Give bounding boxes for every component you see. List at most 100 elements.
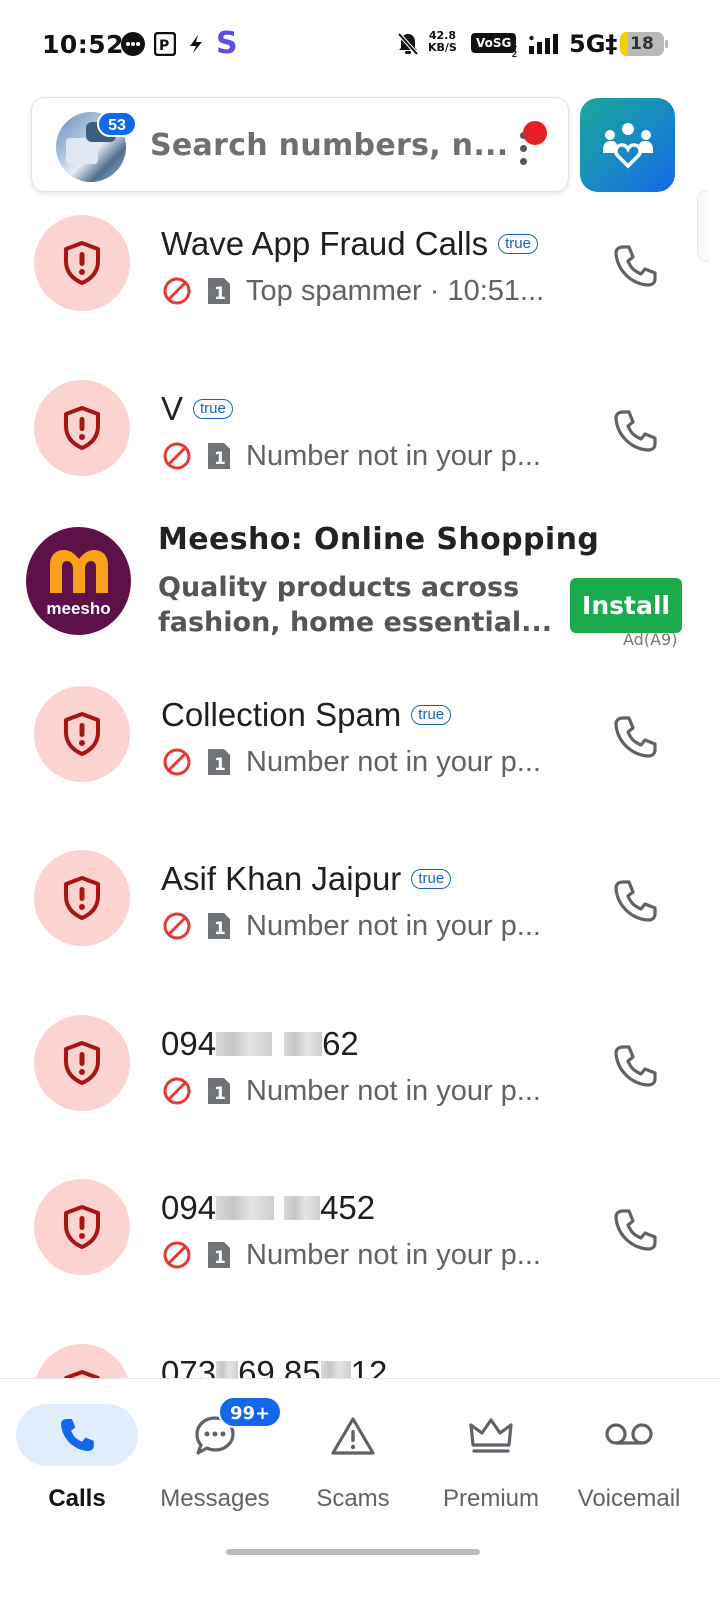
- nav-calls[interactable]: Calls: [15, 1379, 139, 1529]
- contact-name: Collection Spam: [161, 696, 402, 733]
- svg-text:1: 1: [214, 449, 226, 469]
- ad-description: Quality products across fashion, home es…: [158, 572, 552, 638]
- nav-label: Voicemail: [577, 1485, 681, 1512]
- call-row[interactable]: Collection Spam true 1 Number not in your…: [0, 686, 720, 850]
- call-button[interactable]: [610, 1041, 660, 1091]
- phone-icon: [614, 716, 657, 758]
- shield-alert-icon: [64, 406, 100, 450]
- battery-indicator: 18: [620, 32, 664, 56]
- contact-name: Wave App Fraud Calls: [161, 225, 489, 262]
- status-time: 10:52: [42, 30, 125, 59]
- sim-1-icon: 1: [206, 1076, 232, 1106]
- network-speed: 42.8 KB/S: [428, 29, 457, 54]
- blocked-icon: [162, 1076, 192, 1106]
- shield-alert-icon: [64, 712, 100, 756]
- tag-badge: true: [193, 399, 233, 419]
- family-heart-icon: [602, 123, 653, 169]
- shield-alert-icon: [64, 241, 100, 285]
- shield-alert-icon: [64, 1205, 100, 1249]
- nav-label: Scams: [316, 1485, 390, 1512]
- search-bar[interactable]: 53 Search numbers, n...: [31, 97, 569, 192]
- active-indicator: [16, 1404, 138, 1466]
- family-protection-button[interactable]: [580, 98, 675, 192]
- redacted-digits: [284, 1032, 323, 1056]
- voicemail-icon: [605, 1423, 653, 1445]
- call-button[interactable]: [610, 712, 660, 762]
- call-row[interactable]: Asif Khan Jaipur true 1 Number not in you…: [0, 850, 720, 1014]
- s-app-icon: S: [216, 26, 238, 61]
- svg-text:1: 1: [214, 1084, 226, 1104]
- blocked-icon: [162, 747, 192, 777]
- phone-icon: [614, 1209, 657, 1251]
- meesho-m-icon: [50, 550, 108, 593]
- home-indicator[interactable]: [226, 1549, 480, 1555]
- nav-voicemail[interactable]: Voicemail: [568, 1379, 690, 1529]
- install-button[interactable]: Install: [570, 578, 682, 633]
- nav-premium[interactable]: Premium: [430, 1379, 552, 1529]
- ad-title: Meesho: Online Shopping: [158, 522, 600, 557]
- svg-text:1: 1: [214, 755, 226, 775]
- call-detail: Top spammer · 10:51...: [246, 274, 545, 307]
- ad-card[interactable]: meesho Meesho: Online Shopping Quality p…: [0, 520, 720, 650]
- contact-number: 094 62: [161, 1025, 359, 1062]
- ad-label: Ad(A9): [623, 630, 678, 649]
- sim-1-icon: 1: [206, 747, 232, 777]
- search-placeholder[interactable]: Search numbers, n...: [150, 128, 508, 163]
- meesho-logo: meesho: [26, 527, 131, 635]
- messages-unread-badge: 99+: [218, 1396, 283, 1428]
- contact-name: V: [161, 390, 184, 427]
- tag-badge: true: [411, 869, 452, 889]
- call-button[interactable]: [610, 241, 660, 291]
- bottom-navigation: Calls Messages Scams Premium Voicemail: [0, 1378, 720, 1600]
- blocked-icon: [162, 1240, 192, 1270]
- call-row[interactable]: 094 452 1 Number not in your p...: [0, 1179, 720, 1343]
- warning-icon: [331, 1417, 375, 1455]
- network-type: 5G‡: [569, 30, 618, 58]
- svg-text:P: P: [159, 38, 169, 54]
- svg-text:1: 1: [214, 284, 226, 304]
- contact-name: Asif Khan Jaipur: [161, 860, 402, 897]
- sim-1-icon: 1: [206, 911, 232, 941]
- mute-bell-icon: [396, 31, 420, 57]
- call-detail: Number not in your p...: [246, 745, 541, 778]
- shield-alert-icon: [64, 876, 100, 920]
- parking-app-icon: P: [154, 31, 176, 57]
- phone-icon: [614, 880, 657, 922]
- phone-icon: [614, 245, 657, 287]
- nav-label: Premium: [442, 1485, 539, 1512]
- spam-avatar: [34, 215, 130, 311]
- blocked-icon: [162, 911, 192, 941]
- phone-icon: [614, 410, 657, 452]
- sim-indicator: 12: [512, 39, 518, 59]
- call-row[interactable]: Wave App Fraud Calls true 1 Top spammer ·…: [0, 215, 720, 379]
- sim-1-icon: 1: [206, 441, 232, 471]
- sim-1-icon: 1: [206, 1240, 232, 1270]
- redacted-digits: [216, 1032, 273, 1056]
- call-button[interactable]: [610, 1205, 660, 1255]
- call-button[interactable]: [610, 876, 660, 926]
- svg-text:1: 1: [214, 1248, 226, 1268]
- call-detail: Number not in your p...: [246, 439, 541, 472]
- contact-number: 094 452: [161, 1189, 376, 1226]
- nav-scams[interactable]: Scams: [290, 1379, 416, 1529]
- spam-avatar: [34, 850, 130, 946]
- call-button[interactable]: [610, 406, 660, 456]
- spam-avatar: [34, 380, 130, 476]
- spam-avatar: [34, 686, 130, 782]
- sim-1-icon: 1: [206, 276, 232, 306]
- phone-icon: [614, 1045, 657, 1087]
- redacted-digits: [284, 1196, 321, 1220]
- nav-label: Messages: [160, 1485, 270, 1512]
- blocked-icon: [162, 276, 192, 306]
- call-detail: Number not in your p...: [246, 909, 541, 942]
- call-detail: Number not in your p...: [246, 1074, 541, 1107]
- crown-icon: [469, 1418, 513, 1453]
- battery-tip: [665, 40, 668, 48]
- call-detail: Number not in your p...: [246, 1238, 541, 1271]
- phone-icon: [61, 1419, 94, 1451]
- call-row[interactable]: 094 62 1 Number not in your p...: [0, 1015, 720, 1179]
- nav-label: Calls: [48, 1485, 106, 1512]
- signal-icon: [528, 31, 562, 57]
- status-bar: 10:52 P S 42.8 KB/S VoSG 12 5G‡ 18: [0, 0, 720, 90]
- tag-badge: true: [411, 705, 452, 725]
